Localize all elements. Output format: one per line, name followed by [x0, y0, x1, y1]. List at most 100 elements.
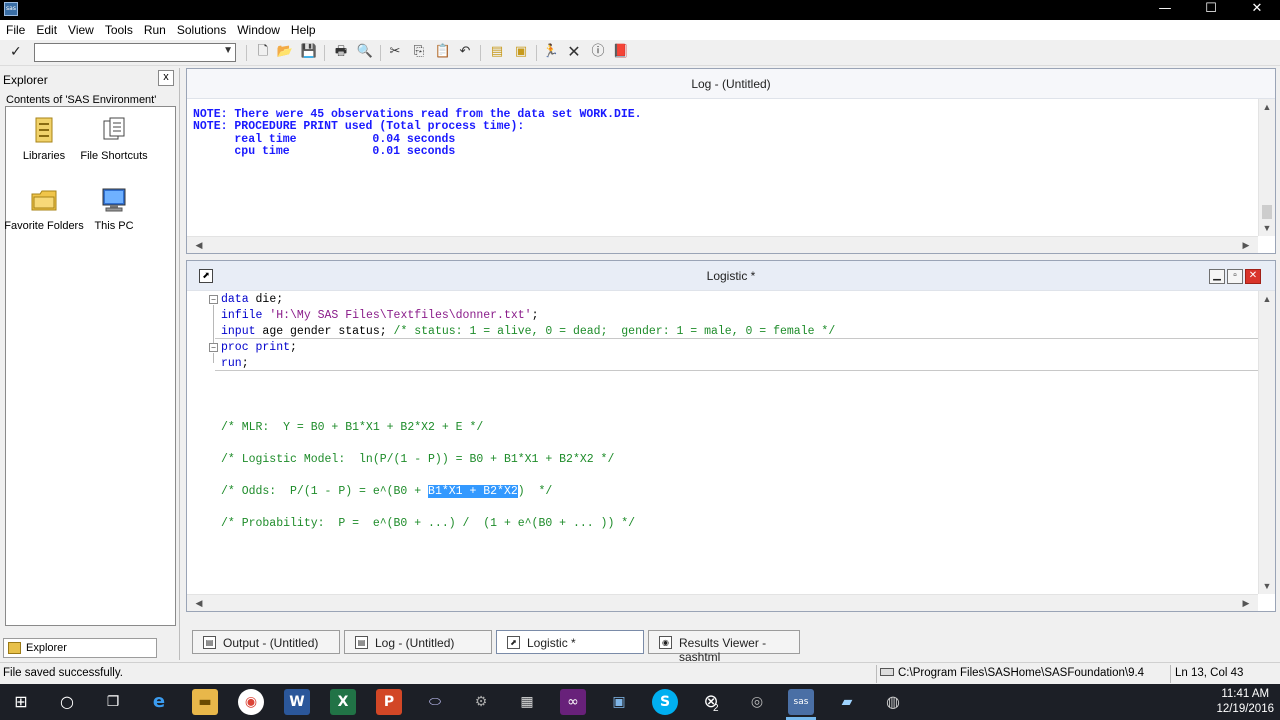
media-icon[interactable]: ◎	[744, 689, 770, 715]
log-window-title[interactable]: Log - (Untitled)	[187, 69, 1275, 99]
selected-text[interactable]: B1*X1 + B2*X2	[428, 485, 518, 498]
code-comment: ) */	[517, 485, 553, 498]
tool-icon[interactable]: ⚙	[468, 689, 494, 715]
print-icon[interactable]: 🖶	[332, 43, 350, 61]
code-comment-line: /* MLR: Y = B0 + B1*X1 + B2*X2 + E */	[221, 421, 484, 434]
paste-icon[interactable]: 📋	[434, 43, 452, 61]
code-text: ;	[531, 309, 539, 322]
edge-browser-icon[interactable]: e	[146, 689, 172, 715]
undo-icon[interactable]: ↶	[456, 43, 474, 61]
log-window: Log - (Untitled) NOTE: There were 45 obs…	[186, 68, 1276, 254]
obs-icon[interactable]: ◍	[880, 689, 906, 715]
explorer-item-label: Favorite Folders	[4, 220, 84, 232]
code-editor[interactable]: − − data die; infile 'H:\My SAS Files\Te…	[187, 291, 1258, 594]
visual-studio-icon[interactable]: ∞	[560, 689, 586, 715]
new-file-icon[interactable]: 🗋	[254, 43, 272, 61]
chrome-icon[interactable]: ◉	[238, 689, 264, 715]
explorer-item-libraries[interactable]: Libraries	[4, 115, 84, 163]
skype-icon[interactable]: S	[652, 689, 678, 715]
editor-horizontal-scrollbar[interactable]: ◀ ▶	[187, 594, 1258, 611]
windows-taskbar: ⊞ ○ ❐ e ▬ ◉ W X P ⬭ ⚙ ▦ ∞ ▣ S ⊗ 2 ◎ sas …	[0, 684, 1280, 720]
help-circle-icon[interactable]: ⓘ	[589, 43, 607, 61]
fold-toggle-icon[interactable]: −	[209, 295, 218, 304]
submit-check-icon[interactable]: ✓	[10, 43, 22, 60]
menu-solutions[interactable]: Solutions	[171, 20, 231, 37]
save-icon[interactable]: 💾	[300, 43, 318, 61]
explorer-tab[interactable]: Explorer	[3, 638, 157, 658]
run-icon[interactable]: 🏃	[542, 43, 560, 61]
library-icon	[35, 117, 53, 143]
explorer-item-file-shortcuts[interactable]: File Shortcuts	[74, 115, 154, 163]
cortana-search-icon[interactable]: ○	[54, 689, 80, 715]
editor-vertical-scrollbar[interactable]: ▲ ▼	[1258, 291, 1275, 594]
tab-log[interactable]: ▤ Log - (Untitled)	[344, 630, 492, 654]
copy-icon[interactable]: ⎘	[410, 43, 428, 61]
tab-results-viewer[interactable]: ◉ Results Viewer - sashtml	[648, 630, 800, 664]
code-string: 'H:\My SAS Files\Textfiles\donner.txt'	[262, 309, 532, 322]
log-content[interactable]: NOTE: There were 45 observations read fr…	[187, 99, 1258, 236]
print-preview-icon[interactable]: 🔍	[356, 43, 374, 61]
scroll-right-icon[interactable]: ▶	[1238, 237, 1254, 253]
maximize-button[interactable]: ☐	[1188, 0, 1234, 20]
sas-taskbar-icon[interactable]: sas	[788, 689, 814, 715]
log-horizontal-scrollbar[interactable]: ◀ ▶	[187, 236, 1258, 253]
chevron-down-icon[interactable]: ▼	[223, 45, 233, 56]
close-button[interactable]: ✕	[1234, 0, 1280, 20]
help-book-icon[interactable]: 📕	[612, 43, 630, 61]
powerpoint-icon[interactable]: P	[376, 689, 402, 715]
word-icon[interactable]: W	[284, 689, 310, 715]
editor-close-button[interactable]: ✕	[1245, 269, 1261, 284]
explorer-item-favorite-folders[interactable]: Favorite Folders	[4, 185, 84, 233]
explorer-item-this-pc[interactable]: This PC	[74, 185, 154, 233]
app-icon[interactable]: ⬭	[422, 689, 448, 715]
cut-icon[interactable]: ✂	[386, 43, 404, 61]
scroll-down-icon[interactable]: ▼	[1259, 578, 1275, 594]
break-icon[interactable]: ✕	[565, 43, 583, 61]
menu-run[interactable]: Run	[138, 20, 171, 37]
file-explorer-icon[interactable]: ▬	[192, 689, 218, 715]
scroll-right-icon[interactable]: ▶	[1238, 595, 1254, 611]
status-path[interactable]: C:\Program Files\SASHome\SASFoundation\9…	[880, 667, 1144, 679]
menu-edit[interactable]: Edit	[30, 20, 62, 37]
explorer-icon[interactable]: ▣	[512, 43, 530, 61]
explorer-panel: Explorer x Contents of 'SAS Environment'…	[0, 68, 180, 660]
scroll-left-icon[interactable]: ◀	[191, 595, 207, 611]
calculator-icon[interactable]: ▦	[514, 689, 540, 715]
minimize-button[interactable]: —	[1142, 0, 1188, 20]
command-box[interactable]: ▼	[34, 43, 236, 62]
scroll-left-icon[interactable]: ◀	[191, 237, 207, 253]
scroll-down-icon[interactable]: ▼	[1259, 220, 1275, 236]
menu-view[interactable]: View	[62, 20, 99, 37]
app-icon[interactable]: ▰	[834, 689, 860, 715]
editor-restore-button[interactable]: ▫	[1227, 269, 1243, 284]
menu-help[interactable]: Help	[285, 20, 321, 37]
tab-logistic[interactable]: ⬈ Logistic *	[496, 630, 644, 654]
fold-toggle-icon[interactable]: −	[209, 343, 218, 352]
explorer-close-button[interactable]: x	[158, 70, 174, 86]
scroll-up-icon[interactable]: ▲	[1259, 291, 1275, 307]
excel-icon[interactable]: X	[330, 689, 356, 715]
editor-minimize-button[interactable]: ▁	[1209, 269, 1225, 284]
scroll-up-icon[interactable]: ▲	[1259, 99, 1275, 115]
menu-tools[interactable]: Tools	[99, 20, 138, 37]
start-windows-icon[interactable]: ⊞	[8, 689, 34, 715]
log-vertical-scrollbar[interactable]: ▲ ▼	[1258, 99, 1275, 236]
editor-window-icon[interactable]: ⬈	[199, 269, 213, 283]
task-view-icon[interactable]: ❐	[100, 689, 126, 715]
code-comment-line: /* Logistic Model: ln(P/(1 - P)) = B0 + …	[221, 453, 615, 466]
editor-window-title[interactable]: Logistic *	[187, 261, 1275, 291]
menu-file[interactable]: File	[0, 20, 30, 37]
tab-output[interactable]: ▤ Output - (Untitled)	[192, 630, 340, 654]
status-divider	[1170, 665, 1171, 683]
log-line: cpu time 0.01 seconds	[193, 145, 456, 159]
sas-app-icon[interactable]: sas	[4, 2, 18, 16]
cursor-position: Ln 13, Col 43	[1175, 667, 1244, 679]
xbox-icon[interactable]: ⊗	[698, 689, 724, 715]
code-text: die;	[248, 293, 284, 306]
system-clock[interactable]: 11:41 AM 12/19/2016	[1216, 687, 1274, 717]
remote-desktop-icon[interactable]: ▣	[606, 689, 632, 715]
scroll-thumb[interactable]	[1262, 205, 1272, 219]
new-library-icon[interactable]: ▤	[488, 43, 506, 61]
menu-window[interactable]: Window	[231, 20, 285, 37]
open-folder-icon[interactable]: 📂	[276, 43, 294, 61]
